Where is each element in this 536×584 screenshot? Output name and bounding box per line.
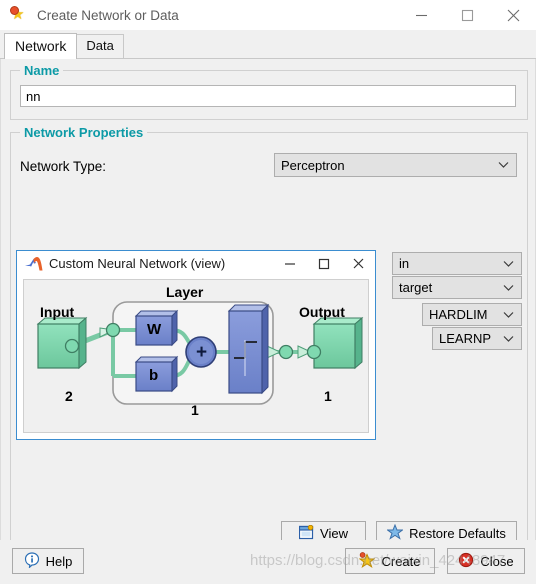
minimize-icon[interactable] [398,0,444,30]
name-group-title: Name [20,63,64,78]
view-button-label: View [320,526,348,541]
input-data-dropdown[interactable]: in [392,252,522,275]
star-icon [10,6,28,24]
diagram-input-label: Input [40,304,75,320]
matlab-icon [24,256,43,272]
tab-data[interactable]: Data [76,34,124,58]
network-type-label: Network Type: [20,159,107,174]
help-button[interactable]: Help [12,548,84,574]
window-controls [398,0,536,30]
network-properties-groupbox: Network Properties Network Type: Percept… [10,125,528,559]
tab-network[interactable]: Network [4,33,78,59]
create-button[interactable]: Create [345,548,435,574]
transfer-function-value: HARDLIM [429,307,488,322]
network-properties-group-title: Network Properties [20,125,148,140]
network-name-input[interactable] [20,85,516,107]
chevron-down-icon [503,260,514,267]
close-icon[interactable] [490,0,536,30]
close-button[interactable]: Close [447,548,525,574]
diagram-input-size: 2 [65,388,73,404]
diagram-layer-label: Layer [166,284,204,300]
diagram-layer-size: 1 [191,402,199,418]
name-groupbox: Name [10,63,528,120]
diagram-bias-label: b [149,367,159,384]
close-button-label: Close [480,553,514,569]
view-window-title: Custom Neural Network (view) [49,256,226,271]
network-diagram-canvas: Layer Input Output 2 1 1 W b + [23,279,369,433]
diagram-sum-label: + [196,342,208,363]
chevron-down-icon [498,162,509,169]
window-titlebar: Create Network or Data [0,0,536,30]
target-data-value: target [399,280,433,295]
maximize-icon[interactable] [307,252,341,276]
dialog-content: Name Network Properties Network Type: Pe… [0,59,536,559]
target-data-dropdown[interactable]: target [392,276,522,299]
network-type-value: Perceptron [281,157,345,173]
view-window-titlebar: Custom Neural Network (view) [17,251,375,276]
network-type-dropdown[interactable]: Perceptron [274,153,517,177]
create-button-label: Create [381,553,421,569]
close-circle-icon [458,552,474,571]
minimize-icon[interactable] [273,252,307,276]
transfer-function-dropdown[interactable]: HARDLIM [422,303,522,326]
window-title: Create Network or Data [37,7,179,23]
chevron-down-icon [503,311,514,318]
custom-neural-network-view-window: Custom Neural Network (view) Layer Input… [16,250,376,440]
learning-function-dropdown[interactable]: LEARNP [432,327,522,350]
tab-strip: Network Data [0,30,536,59]
close-icon[interactable] [341,252,375,276]
view-window-controls [273,252,375,276]
info-icon [24,551,40,571]
help-button-label: Help [45,553,73,569]
chevron-down-icon [503,335,514,342]
star-icon [358,551,376,571]
learning-function-value: LEARNP [439,331,492,346]
diagram-output-label: Output [299,304,345,320]
chevron-down-icon [503,284,514,291]
diagram-output-size: 1 [324,388,332,404]
restore-defaults-label: Restore Defaults [409,526,506,541]
input-data-value: in [399,256,410,271]
diagram-weight-label: W [147,321,162,338]
maximize-icon[interactable] [444,0,490,30]
